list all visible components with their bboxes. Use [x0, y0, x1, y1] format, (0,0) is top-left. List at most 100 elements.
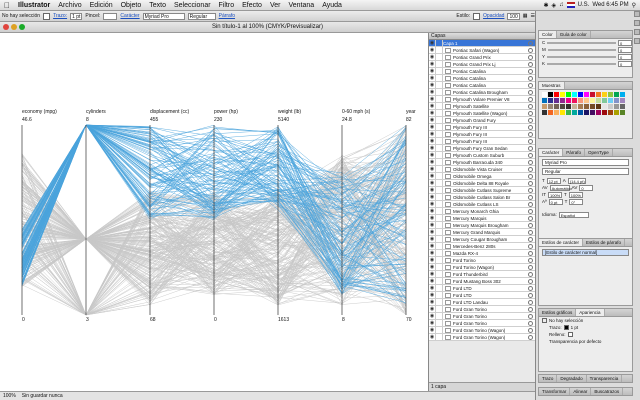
layer-item[interactable]: ◉ Ford Gran Torino [429, 313, 535, 320]
appearance-transparency[interactable]: Transparencia por defecto [539, 338, 632, 345]
visibility-icon[interactable]: ◉ [429, 103, 436, 109]
fill-swatch-appearance[interactable] [567, 332, 573, 337]
target-icon[interactable] [528, 61, 533, 67]
swatch[interactable] [620, 104, 625, 109]
rotation-field[interactable]: 0° [569, 198, 584, 205]
lock-toggle[interactable] [436, 208, 443, 214]
target-icon[interactable] [528, 159, 533, 165]
close-icon[interactable] [3, 24, 9, 30]
tab-appearance[interactable]: Apariencia [576, 309, 605, 316]
font-family-field[interactable]: Myriad Pro [542, 159, 629, 166]
target-icon[interactable] [528, 222, 533, 228]
layer-item[interactable]: ◉ Ford Mustang Boss 302 [429, 278, 535, 285]
apple-menu-icon[interactable]:  [0, 1, 14, 10]
visibility-icon[interactable]: ◉ [429, 131, 436, 137]
lock-toggle[interactable] [436, 320, 443, 326]
target-icon[interactable] [528, 40, 533, 46]
swatch[interactable] [602, 104, 607, 109]
slider-c[interactable] [547, 41, 616, 44]
lock-toggle[interactable] [436, 222, 443, 228]
swatch[interactable] [590, 92, 595, 97]
layer-item[interactable]: ◉ Plymouth Barracuda 340 [429, 159, 535, 166]
swatch[interactable] [602, 92, 607, 97]
stroke-weight-field[interactable]: 1 pt [70, 12, 83, 20]
brush-dock-icon[interactable] [634, 20, 640, 26]
target-icon[interactable] [528, 110, 533, 116]
lock-toggle[interactable] [436, 215, 443, 221]
target-icon[interactable] [528, 299, 533, 305]
layer-item[interactable]: ◉ Ford LTD Landau [429, 299, 535, 306]
lock-toggle[interactable] [436, 89, 443, 95]
tab-character[interactable]: Carácter [539, 149, 564, 156]
tab-graphic-styles[interactable]: Estilos gráficos [539, 309, 577, 316]
menu-ver[interactable]: Ver [266, 2, 285, 9]
tab-paragraph-styles[interactable]: Estilos de párrafo [583, 239, 626, 246]
layer-item[interactable]: ◉ Oldsmobile Cutlass Supreme [429, 187, 535, 194]
swatch[interactable] [602, 98, 607, 103]
clock[interactable]: Wed 6:45 PM [592, 2, 628, 8]
vertical-scale-field[interactable]: 100% [548, 191, 562, 198]
visibility-icon[interactable]: ◉ [429, 250, 436, 256]
layer-item[interactable]: ◉ Plymouth Fury III [429, 124, 535, 131]
lock-toggle[interactable] [436, 229, 443, 235]
lock-toggle[interactable] [436, 145, 443, 151]
lock-toggle[interactable] [436, 159, 443, 165]
layer-item[interactable]: ◉ Ford Torino (Wagon) [429, 264, 535, 271]
visibility-icon[interactable]: ◉ [429, 299, 436, 305]
swatch[interactable] [590, 110, 595, 115]
spotlight-icon[interactable]: ⚲ [632, 2, 636, 9]
visibility-icon[interactable]: ◉ [429, 208, 436, 214]
lock-toggle[interactable] [436, 264, 443, 270]
swatch[interactable] [596, 98, 601, 103]
visibility-icon[interactable]: ◉ [429, 54, 436, 60]
fill-swatch[interactable] [43, 12, 51, 20]
layer-item[interactable]: ◉ Plymouth Grand Fury [429, 117, 535, 124]
opacity-link[interactable]: Opacidad [483, 13, 504, 19]
swatch[interactable] [584, 98, 589, 103]
swatch[interactable] [572, 110, 577, 115]
layer-item[interactable]: ◉ Pontiac Grand Prix Lj [429, 61, 535, 68]
layer-item[interactable]: ◉ Mercury Marquis Brougham [429, 222, 535, 229]
target-icon[interactable] [528, 306, 533, 312]
target-icon[interactable] [528, 117, 533, 123]
lock-toggle[interactable] [436, 152, 443, 158]
tab-character-styles[interactable]: Estilos de carácter [539, 239, 584, 246]
lock-toggle[interactable] [436, 40, 443, 46]
visibility-icon[interactable]: ◉ [429, 180, 436, 186]
lock-toggle[interactable] [436, 285, 443, 291]
layer-item[interactable]: ◉ Oldsmobile Vista Cruiser [429, 166, 535, 173]
lock-toggle[interactable] [436, 68, 443, 74]
target-icon[interactable] [528, 103, 533, 109]
lock-toggle[interactable] [436, 180, 443, 186]
symbol-dock-icon[interactable] [634, 29, 640, 35]
target-icon[interactable] [528, 180, 533, 186]
color-dock-icon[interactable] [634, 11, 640, 17]
lock-toggle[interactable] [436, 257, 443, 263]
tab-color-guide[interactable]: Guía de color [557, 31, 591, 38]
lock-toggle[interactable] [436, 96, 443, 102]
lock-toggle[interactable] [436, 47, 443, 53]
menu-ayuda[interactable]: Ayuda [318, 2, 346, 9]
target-icon[interactable] [528, 131, 533, 137]
target-icon[interactable] [528, 96, 533, 102]
layer-item[interactable]: ◉ Ford Gran Torino (Wagon) [429, 334, 535, 341]
swatch[interactable] [590, 104, 595, 109]
lock-toggle[interactable] [436, 103, 443, 109]
lock-toggle[interactable] [436, 124, 443, 130]
visibility-icon[interactable]: ◉ [429, 264, 436, 270]
target-icon[interactable] [528, 320, 533, 326]
swatch[interactable] [560, 92, 565, 97]
menu-filtro[interactable]: Filtro [215, 2, 239, 9]
visibility-icon[interactable]: ◉ [429, 313, 436, 319]
target-icon[interactable] [528, 138, 533, 144]
locale-label[interactable]: U.S. [578, 2, 590, 8]
visibility-icon[interactable]: ◉ [429, 292, 436, 298]
lock-toggle[interactable] [436, 194, 443, 200]
target-icon[interactable] [528, 250, 533, 256]
target-icon[interactable] [528, 173, 533, 179]
menu-edicion[interactable]: Edición [86, 2, 117, 9]
slider-y[interactable] [547, 55, 616, 58]
tab-gradient[interactable]: Degradado [557, 375, 587, 382]
brush-select[interactable] [103, 12, 118, 20]
visibility-icon[interactable]: ◉ [429, 271, 436, 277]
